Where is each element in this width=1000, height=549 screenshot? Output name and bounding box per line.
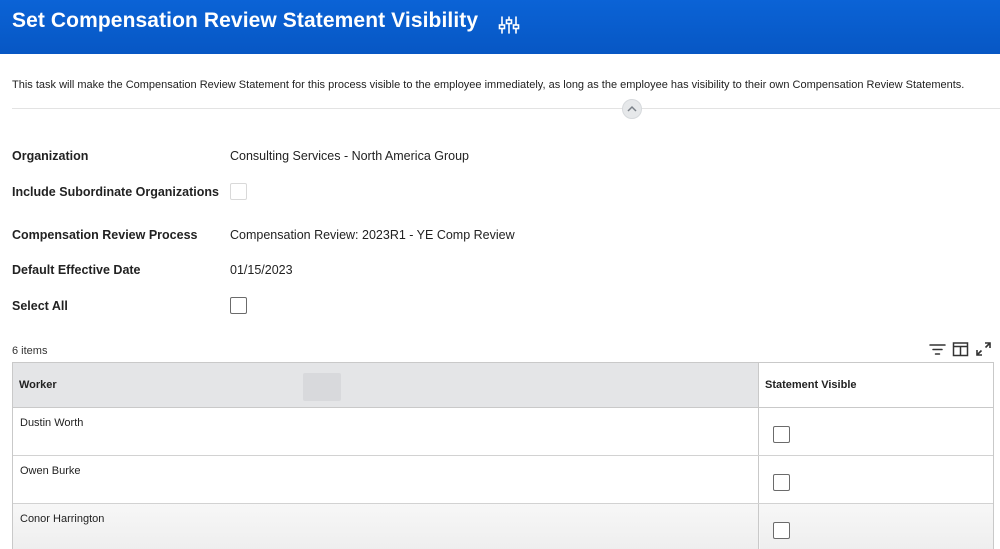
worker-cell: Dustin Worth <box>13 408 759 455</box>
page-header: Set Compensation Review Statement Visibi… <box>0 0 1000 54</box>
worker-cell: Conor Harrington <box>13 504 759 549</box>
worker-name[interactable]: Conor Harrington <box>20 513 104 525</box>
include-subordinates-label: Include Subordinate Organizations <box>12 185 219 199</box>
table-row: Dustin Worth <box>13 408 993 456</box>
table-row: Conor Harrington <box>13 504 993 549</box>
table-row: Owen Burke <box>13 456 993 504</box>
chevron-up-icon[interactable] <box>622 99 642 119</box>
statement-visible-checkbox[interactable] <box>773 426 790 443</box>
expand-icon[interactable] <box>975 341 992 362</box>
statement-visible-checkbox[interactable] <box>773 522 790 539</box>
grid-header: Worker Statement Visible <box>13 363 993 408</box>
organization-value: Consulting Services - North America Grou… <box>230 149 469 163</box>
select-all-checkbox[interactable] <box>230 297 247 314</box>
worker-column-header[interactable]: Worker <box>13 363 759 407</box>
effective-date-label: Default Effective Date <box>12 263 141 277</box>
worker-cell: Owen Burke <box>13 456 759 503</box>
statement-visible-cell <box>760 504 993 549</box>
filter-icon[interactable] <box>929 341 946 362</box>
statement-visible-checkbox[interactable] <box>773 474 790 491</box>
column-resize-handle[interactable] <box>303 373 341 401</box>
page-title: Set Compensation Review Statement Visibi… <box>12 9 479 32</box>
review-process-value: Compensation Review: 2023R1 - YE Comp Re… <box>230 228 515 242</box>
effective-date-value: 01/15/2023 <box>230 263 293 277</box>
worker-name[interactable]: Owen Burke <box>20 465 81 477</box>
include-subordinates-checkbox[interactable] <box>230 183 247 200</box>
worker-name[interactable]: Dustin Worth <box>20 417 83 429</box>
organization-label: Organization <box>12 149 89 163</box>
task-description: This task will make the Compensation Rev… <box>12 79 965 91</box>
statement-visible-column-header[interactable]: Statement Visible <box>760 363 993 407</box>
column-layout-icon[interactable] <box>952 341 969 362</box>
worker-grid: Worker Statement Visible Dustin Worth Ow… <box>12 362 994 549</box>
related-actions-icon[interactable] <box>497 14 521 36</box>
items-count: 6 items <box>12 345 48 357</box>
section-divider <box>12 108 1000 109</box>
select-all-label: Select All <box>12 299 68 313</box>
worker-column-label: Worker <box>19 379 57 391</box>
review-process-label: Compensation Review Process <box>12 228 198 242</box>
statement-visible-column-label: Statement Visible <box>765 379 857 391</box>
